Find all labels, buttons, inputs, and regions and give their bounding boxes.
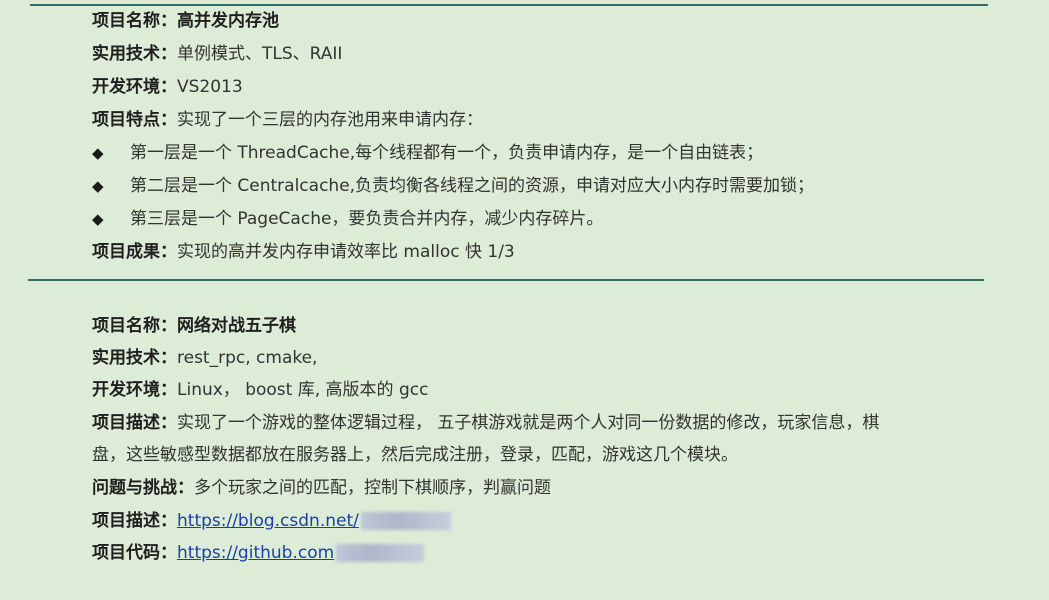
resume-page: 项目名称：高并发内存池 实用技术：单例模式、TLS、RAII 开发环境：VS20… [0,0,1049,600]
project2-env-label: 开发环境： [92,380,177,400]
redacted-blur [360,512,451,530]
project2-env-row: 开发环境：Linux， boost 库, 高版本的 gcc [92,379,428,401]
project2-challenge-label: 问题与挑战： [92,478,194,498]
project1-feature-row: 项目特点：实现了一个三层的内存池用来申请内存： [92,109,483,131]
project1-feature-value: 实现了一个三层的内存池用来申请内存： [177,110,483,130]
project2-code-label: 项目代码： [92,543,177,563]
bullet-text: 第一层是一个 ThreadCache,每个线程都有一个，负责申请内存，是一个自由… [130,143,764,163]
project2-tech-label: 实用技术： [92,348,177,368]
project2-challenge-row: 问题与挑战：多个玩家之间的匹配，控制下棋顺序，判赢问题 [92,477,551,499]
code-link[interactable]: https://github.com [177,543,334,563]
project1-result-row: 项目成果：实现的高并发内存申请效率比 malloc 快 1/3 [92,241,515,263]
project1-result-label: 项目成果： [92,242,177,262]
project2-desc-row: 项目描述：实现了一个游戏的整体逻辑过程， 五子棋游戏就是两个人对同一份数据的修改… [92,412,879,434]
project1-name-value: 高并发内存池 [177,11,279,31]
project1-tech-row: 实用技术：单例模式、TLS、RAII [92,43,342,65]
project1-name-row: 项目名称：高并发内存池 [92,10,279,32]
project2-desc-row-cont: 盘，这些敏感型数据都放在服务器上，然后完成注册，登录，匹配，游戏这几个模块。 [92,444,738,466]
project2-env-value: Linux， boost 库, 高版本的 gcc [177,380,429,400]
project2-desc-value-line2: 盘，这些敏感型数据都放在服务器上，然后完成注册，登录，匹配，游戏这几个模块。 [92,445,738,465]
section-divider [28,279,984,281]
project1-tech-label: 实用技术： [92,44,177,64]
diamond-bullet-icon: ◆ [92,144,104,162]
bullet-text: 第二层是一个 Centralcache,负责均衡各线程之间的资源，申请对应大小内… [130,176,815,196]
project1-tech-value: 单例模式、TLS、RAII [177,44,343,64]
project1-env-row: 开发环境：VS2013 [92,76,243,98]
project2-name-label: 项目名称： [92,316,177,336]
project2-name-row: 项目名称：网络对战五子棋 [92,315,296,337]
project2-code-row: 项目代码：https://github.com [92,542,425,564]
project2-name-value: 网络对战五子棋 [177,316,296,336]
project2-blog-label: 项目描述： [92,511,177,531]
project1-env-value: VS2013 [177,77,243,97]
top-divider [30,4,988,6]
project1-bullet-1: ◆ 第一层是一个 ThreadCache,每个线程都有一个，负责申请内存，是一个自… [92,142,763,164]
project2-blog-row: 项目描述：https://blog.csdn.net/ [92,510,451,532]
project1-bullet-3: ◆ 第三层是一个 PageCache，要负责合并内存，减少内存碎片。 [92,208,603,230]
project1-result-value: 实现的高并发内存申请效率比 malloc 快 1/3 [177,242,515,262]
project2-desc-label: 项目描述： [92,413,177,433]
project2-challenge-value: 多个玩家之间的匹配，控制下棋顺序，判赢问题 [194,478,551,498]
project2-tech-row: 实用技术：rest_rpc, cmake, [92,347,317,369]
diamond-bullet-icon: ◆ [92,177,104,195]
bullet-text: 第三层是一个 PageCache，要负责合并内存，减少内存碎片。 [130,209,604,229]
project1-name-label: 项目名称： [92,11,177,31]
project2-desc-value-line1: 实现了一个游戏的整体逻辑过程， 五子棋游戏就是两个人对同一份数据的修改，玩家信息… [177,413,880,433]
project1-env-label: 开发环境： [92,77,177,97]
redacted-blur [336,544,425,562]
project1-feature-label: 项目特点： [92,110,177,130]
project2-tech-value: rest_rpc, cmake, [177,348,318,368]
project1-bullet-2: ◆ 第二层是一个 Centralcache,负责均衡各线程之间的资源，申请对应大小… [92,175,814,197]
diamond-bullet-icon: ◆ [92,210,104,228]
blog-link[interactable]: https://blog.csdn.net/ [177,511,359,531]
